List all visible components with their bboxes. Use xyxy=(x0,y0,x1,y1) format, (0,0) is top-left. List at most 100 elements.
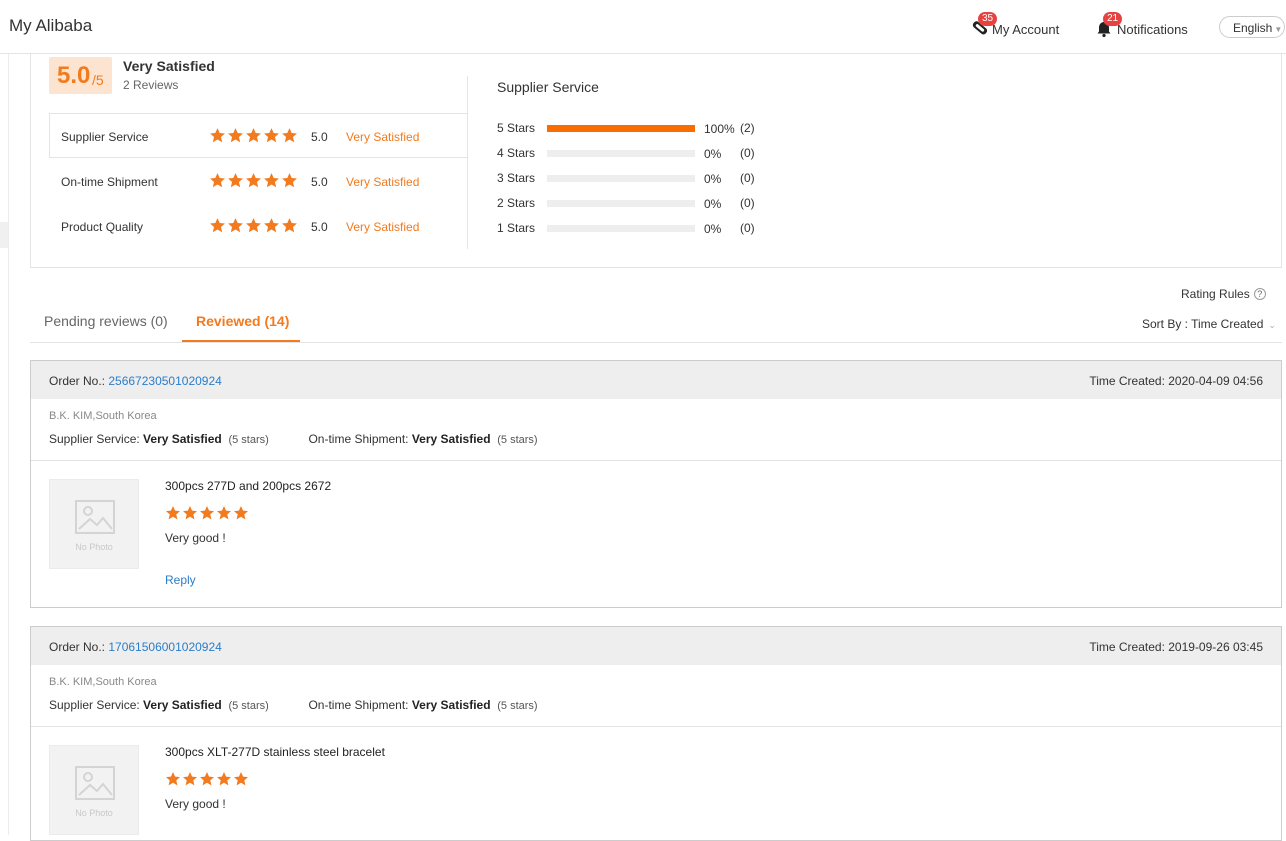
rating-row-on-time-shipment[interactable]: On-time Shipment 5.0 Very Satisfied xyxy=(61,172,461,192)
no-photo-text: No Photo xyxy=(75,542,113,552)
language-select[interactable]: English ▼ xyxy=(1219,16,1285,38)
time-created: Time Created: 2020-04-09 04:56 xyxy=(1089,374,1263,388)
review-card: Order No.: 17061506001020924 Time Create… xyxy=(30,626,1282,841)
distribution-label: 2 Stars xyxy=(497,196,536,210)
rating-rules-label: Rating Rules xyxy=(1181,287,1250,301)
review-card: Order No.: 25667230501020924 Time Create… xyxy=(30,360,1282,608)
rating-stars xyxy=(209,127,299,147)
order-number: Order No.: 25667230501020924 xyxy=(49,374,222,388)
bell-icon: 21 xyxy=(1093,12,1123,40)
order-label: Order No.: xyxy=(49,374,109,388)
review-comment: Very good ! xyxy=(165,531,226,545)
distribution-bar xyxy=(547,200,695,207)
star-icon xyxy=(263,172,281,189)
distribution-bar xyxy=(547,125,695,132)
star-icon xyxy=(263,217,281,234)
rating-label: Product Quality xyxy=(61,220,144,234)
overall-score-box: 5.0 /5 xyxy=(49,57,112,94)
distribution-percent: 0% xyxy=(704,222,722,236)
distribution-count: (0) xyxy=(740,171,755,185)
star-icon xyxy=(209,172,227,189)
reply-link[interactable]: Reply xyxy=(165,573,196,587)
chevron-down-icon: ⌄ xyxy=(1268,320,1276,330)
distribution-count: (0) xyxy=(740,196,755,210)
overall-satisfaction: Very Satisfied xyxy=(123,58,215,74)
distribution-count: (0) xyxy=(740,221,755,235)
star-icon xyxy=(245,127,263,144)
review-scores: Supplier Service: Very Satisfied (5 star… xyxy=(49,698,538,712)
star-icon xyxy=(263,127,281,144)
order-label: Order No.: xyxy=(49,640,109,654)
supplier-service-value: Very Satisfied xyxy=(143,698,222,712)
star-icon xyxy=(182,505,199,521)
sort-by-label: Sort By : Time Created xyxy=(1142,317,1264,331)
shipment-stars: (5 stars) xyxy=(497,700,538,712)
rating-satisfaction: Very Satisfied xyxy=(346,130,420,144)
star-icon xyxy=(233,771,250,787)
distribution-percent: 0% xyxy=(704,172,722,186)
language-label: English xyxy=(1233,21,1273,35)
distribution-label: 4 Stars xyxy=(497,146,536,160)
star-icon xyxy=(227,172,245,189)
sort-by-dropdown[interactable]: Sort By : Time Created ⌄ xyxy=(1142,317,1276,331)
distribution-bar xyxy=(547,150,695,157)
product-no-photo: No Photo xyxy=(49,745,139,835)
card-divider xyxy=(31,726,1281,727)
left-scroll-stub xyxy=(0,222,8,248)
question-icon: ? xyxy=(1253,288,1266,300)
star-icon xyxy=(182,771,199,787)
review-card-header: Order No.: 17061506001020924 Time Create… xyxy=(31,627,1281,665)
review-comment: Very good ! xyxy=(165,797,226,811)
star-icon xyxy=(227,127,245,144)
distribution-row: 5 Stars 100% (2) xyxy=(497,120,797,138)
rating-value: 5.0 xyxy=(311,220,328,234)
distribution-label: 3 Stars xyxy=(497,171,536,185)
rating-summary: 5.0 /5 Very Satisfied 2 Reviews Supplier… xyxy=(30,54,1282,268)
shipment-value: Very Satisfied xyxy=(411,698,491,712)
order-number-link[interactable]: 25667230501020924 xyxy=(108,374,221,388)
my-account-link[interactable]: 35 My Account xyxy=(968,12,1059,40)
distribution-count: (2) xyxy=(740,121,755,135)
notifications-label: Notifications xyxy=(1117,21,1188,37)
supplier-service-stars: (5 stars) xyxy=(228,434,269,446)
no-photo-text: No Photo xyxy=(75,808,113,818)
product-name: 300pcs 277D and 200pcs 2672 xyxy=(165,479,332,493)
order-number: Order No.: 17061506001020924 xyxy=(49,640,222,654)
supplier-service-label: Supplier Service: xyxy=(49,432,144,446)
rating-satisfaction: Very Satisfied xyxy=(346,220,420,234)
left-divider xyxy=(8,54,9,835)
shipment-value: Very Satisfied xyxy=(411,432,491,446)
star-icon xyxy=(281,127,299,144)
rating-satisfaction: Very Satisfied xyxy=(346,175,420,189)
distribution-label: 5 Stars xyxy=(497,121,536,135)
star-icon xyxy=(199,771,216,787)
shipment-stars: (5 stars) xyxy=(497,434,538,446)
rating-value: 5.0 xyxy=(311,175,328,189)
star-icon xyxy=(209,217,227,234)
shipment-label: On-time Shipment: xyxy=(308,432,412,446)
distribution-bar-fill xyxy=(547,125,695,132)
distribution-row: 2 Stars 0% (0) xyxy=(497,195,797,213)
product-rating-stars xyxy=(165,771,250,792)
notifications-link[interactable]: 21 Notifications xyxy=(1093,12,1188,40)
review-tabs: Pending reviews (0) Reviewed (14) xyxy=(30,303,1282,343)
star-icon xyxy=(233,505,250,521)
product-rating-stars xyxy=(165,505,250,526)
buyer-info: B.K. KIM,South Korea xyxy=(49,676,157,688)
notifications-badge: 21 xyxy=(1103,12,1123,26)
rating-row-supplier-service[interactable]: Supplier Service 5.0 Very Satisfied xyxy=(61,127,461,147)
rating-row-product-quality[interactable]: Product Quality 5.0 Very Satisfied xyxy=(61,217,461,237)
rating-rules-link[interactable]: Rating Rules ? xyxy=(1181,287,1266,301)
shipment-label: On-time Shipment: xyxy=(308,698,412,712)
order-number-link[interactable]: 17061506001020924 xyxy=(108,640,221,654)
distribution-row: 4 Stars 0% (0) xyxy=(497,145,797,163)
supplier-service-label: Supplier Service: xyxy=(49,698,144,712)
distribution-title: Supplier Service xyxy=(497,79,599,95)
tab-pending-reviews[interactable]: Pending reviews (0) xyxy=(44,313,168,329)
reviews-count: 2 Reviews xyxy=(123,78,179,92)
star-icon xyxy=(216,505,233,521)
overall-score-max: /5 xyxy=(92,72,104,88)
tab-reviewed[interactable]: Reviewed (14) xyxy=(196,313,289,329)
brand-title[interactable]: My Alibaba xyxy=(9,16,92,36)
star-icon xyxy=(209,127,227,144)
